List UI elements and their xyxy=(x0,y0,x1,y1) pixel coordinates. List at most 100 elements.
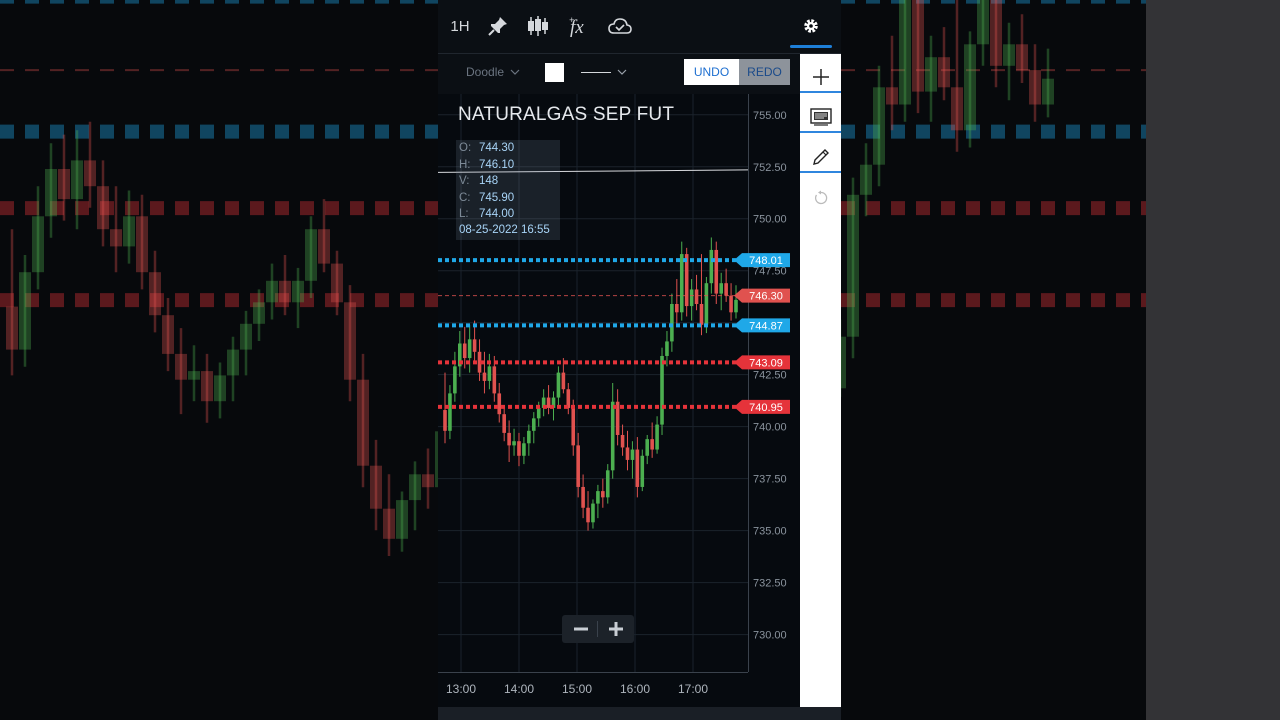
background-candle-body xyxy=(71,160,83,200)
x-tick-label: 13:00 xyxy=(446,682,476,696)
candle-body xyxy=(472,339,477,352)
x-tick-label: 15:00 xyxy=(562,682,592,696)
candle-body xyxy=(694,289,699,304)
background-candle-body xyxy=(847,194,859,337)
background-candle-body xyxy=(305,229,317,281)
candle-body xyxy=(531,418,536,431)
candle-body xyxy=(502,414,506,433)
x-tick-label: 17:00 xyxy=(678,682,708,696)
top-toolbar: 1H fx + xyxy=(438,0,841,54)
candle-body xyxy=(453,366,457,394)
interval-button[interactable]: 1H xyxy=(446,12,474,40)
drawing-tool-label: Doodle xyxy=(466,65,505,79)
y-tick-label: 735.00 xyxy=(753,526,787,538)
background-candle-body xyxy=(344,302,356,380)
background-chart-left xyxy=(0,0,438,720)
ohlc-open-value: 744.30 xyxy=(479,142,515,154)
cloud-icon[interactable] xyxy=(606,12,634,40)
ohlc-panel: O: 744.30 H: 746.10 V: 148 C: 745.90 L: … xyxy=(456,140,560,240)
candle-body xyxy=(704,283,709,325)
zoom-controls xyxy=(562,615,634,643)
candle-body xyxy=(645,439,650,456)
ohlc-volume-value: 148 xyxy=(479,175,499,187)
line-style-select[interactable] xyxy=(581,63,629,82)
ohlc-date: 08-25-2022 16:55 xyxy=(459,224,550,236)
drawing-sidebar xyxy=(800,54,841,707)
candle-body xyxy=(448,393,452,431)
price-level-label: 746.30 xyxy=(749,291,783,303)
background-candle-body xyxy=(175,353,187,380)
minus-icon xyxy=(574,627,588,631)
sidebar-divider xyxy=(800,91,841,93)
color-swatch[interactable] xyxy=(545,63,564,82)
background-candle-body xyxy=(84,160,96,187)
zoom-in-button[interactable] xyxy=(599,615,633,643)
background-candle-body xyxy=(188,371,200,380)
background-candle-body xyxy=(383,508,395,539)
price-level-label: 743.09 xyxy=(749,357,783,369)
ohlc-close-label: C: xyxy=(459,192,471,204)
background-candle-body xyxy=(136,216,148,273)
candle-body xyxy=(650,439,654,450)
background-candle-body xyxy=(32,216,44,273)
y-tick-label: 755.00 xyxy=(753,110,787,122)
background-candle-body xyxy=(97,186,109,230)
background-candle-body xyxy=(357,379,369,466)
background-candle-body xyxy=(886,87,898,105)
background-candle-body xyxy=(951,87,963,131)
y-tick-label: 752.50 xyxy=(753,162,787,174)
reset-icon[interactable] xyxy=(800,179,841,217)
price-level-label: 744.87 xyxy=(749,320,783,332)
background-candle-body xyxy=(925,57,937,92)
background-candle-body xyxy=(240,323,252,350)
fx-icon[interactable]: fx + xyxy=(566,12,594,40)
gear-icon[interactable] xyxy=(797,12,825,40)
candle-body xyxy=(679,254,684,313)
candle-body xyxy=(571,407,576,446)
background-candle-body xyxy=(1042,78,1054,105)
background-candle-body xyxy=(162,315,174,354)
candlestick-icon[interactable] xyxy=(524,12,552,40)
background-candle-body xyxy=(201,371,213,402)
candle-body xyxy=(665,341,669,356)
background-candle-body xyxy=(110,229,122,247)
candle-body xyxy=(699,303,704,325)
zoom-out-button[interactable] xyxy=(564,615,598,643)
background-candle-body xyxy=(841,336,846,389)
candle-body xyxy=(729,295,733,313)
candle-body xyxy=(734,299,738,313)
candle-body xyxy=(640,455,645,487)
active-tab-indicator xyxy=(790,45,832,48)
bottom-bar xyxy=(438,707,841,720)
ohlc-low-value: 744.00 xyxy=(479,208,515,220)
y-tick-label: 747.50 xyxy=(753,266,787,278)
candle-body xyxy=(655,424,659,450)
candle-body xyxy=(443,410,447,431)
background-candle-body xyxy=(977,0,989,45)
candle-body xyxy=(675,303,679,313)
candle-body xyxy=(610,401,615,471)
redo-button[interactable]: REDO xyxy=(739,59,790,85)
drawing-tool-select[interactable]: Doodle xyxy=(466,65,520,79)
ohlc-high-value: 746.10 xyxy=(479,159,515,171)
candle-body xyxy=(719,283,724,294)
background-candle-body xyxy=(214,375,226,402)
y-tick-label: 737.50 xyxy=(753,474,787,486)
price-level-label: 740.95 xyxy=(749,402,783,414)
candle-body xyxy=(625,447,630,460)
background-candle-body xyxy=(1029,70,1041,105)
candle-body xyxy=(605,470,610,498)
candle-body xyxy=(660,355,664,425)
background-candle-body xyxy=(253,302,265,324)
candle-body xyxy=(482,372,487,381)
chevron-down-icon xyxy=(510,69,520,75)
candle-body xyxy=(462,343,467,359)
y-tick-label: 730.00 xyxy=(753,630,787,642)
candle-body xyxy=(581,486,585,508)
background-candle-body xyxy=(964,44,976,131)
background-candle-body xyxy=(266,280,278,303)
pin-icon[interactable] xyxy=(484,12,512,40)
candle-body xyxy=(670,303,674,342)
undo-button[interactable]: UNDO xyxy=(684,59,739,85)
candle-body xyxy=(536,407,541,419)
